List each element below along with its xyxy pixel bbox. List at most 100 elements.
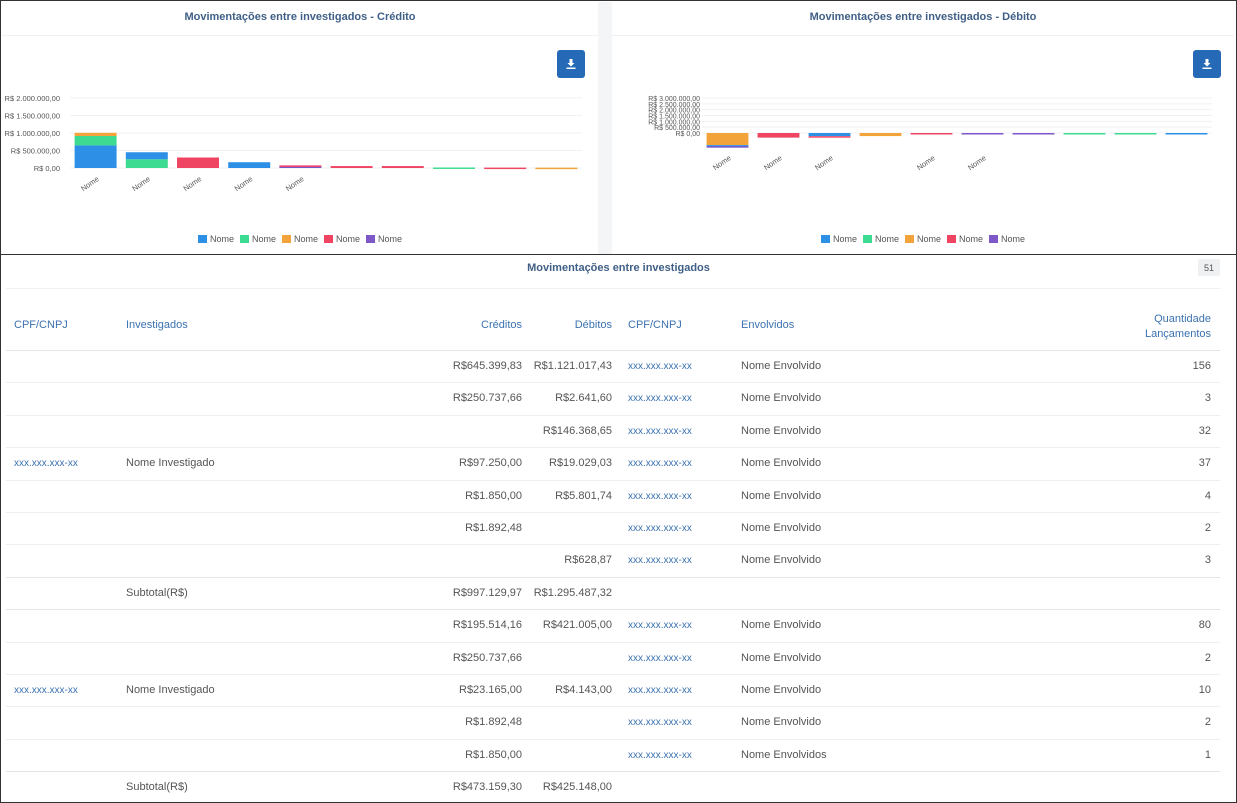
legend-item[interactable]: Nome bbox=[862, 234, 899, 244]
row-divider bbox=[6, 447, 1220, 449]
title-separator bbox=[6, 288, 1220, 289]
credit-x-tick-label: Nome bbox=[284, 174, 306, 193]
header-debitos[interactable]: Débitos bbox=[520, 319, 612, 331]
legend-label: Nome bbox=[378, 234, 403, 244]
row-divider bbox=[6, 609, 1220, 611]
credit-value: R$1.892,48 bbox=[465, 716, 522, 729]
panel-gap bbox=[598, 2, 612, 254]
header-investigados[interactable]: Investigados bbox=[126, 319, 188, 331]
credit-value: R$195.514,16 bbox=[452, 619, 522, 632]
header-cpf-envolvido[interactable]: CPF/CNPJ bbox=[628, 319, 682, 331]
lancamentos-count: 3 bbox=[1204, 554, 1211, 567]
credit-bar-segment bbox=[74, 135, 117, 146]
header-quantidade-line1: Quantidade bbox=[1154, 313, 1211, 325]
credit-bar-chart: R$ 2.000.000,00 R$ 1.500.000,00 R$ 1.000.0… bbox=[5, 94, 582, 193]
lancamentos-count: 80 bbox=[1198, 619, 1211, 632]
legend-swatch bbox=[366, 235, 376, 243]
legend-item[interactable]: Nome bbox=[197, 234, 234, 244]
envolvido-cpf-link[interactable]: xxx.xxx.xxx-xx bbox=[628, 491, 692, 502]
subtotal-label: Subtotal(R$) bbox=[126, 781, 188, 794]
credit-y-tick-label: R$ 500.000,00 bbox=[11, 147, 60, 156]
debit-value: R$628,87 bbox=[564, 554, 612, 567]
credit-value: R$1.892,48 bbox=[465, 522, 522, 534]
envolvido-name: Nome Envolvido bbox=[741, 684, 822, 696]
legend-swatch bbox=[989, 235, 999, 243]
envolvido-cpf-link[interactable]: xxx.xxx.xxx-xx bbox=[628, 620, 692, 631]
header-cpf[interactable]: CPF/CNPJ bbox=[14, 319, 68, 331]
credit-x-tick-label: Nome bbox=[233, 174, 255, 193]
credit-value: R$645.399,83 bbox=[452, 360, 522, 372]
header-envolvidos[interactable]: Envolvidos bbox=[741, 319, 794, 331]
envolvido-cpf-link[interactable]: xxx.xxx.xxx-xx bbox=[628, 361, 692, 372]
debit-bar-chart: R$ 3.000.000,00R$ 2.500.000,00R$ 2.000.0… bbox=[648, 96, 1212, 172]
investigado-cpf-link[interactable]: xxx.xxx.xxx-xx bbox=[14, 685, 78, 696]
envolvido-cpf-link[interactable]: xxx.xxx.xxx-xx bbox=[628, 555, 692, 566]
debit-value: R$4.143,00 bbox=[555, 684, 612, 696]
debit-chart-legend: Nome Nome Nome Nome Nome bbox=[612, 234, 1234, 244]
debit-x-tick-label: Nome bbox=[711, 153, 733, 172]
envolvido-cpf-link[interactable]: xxx.xxx.xxx-xx bbox=[628, 685, 692, 696]
lancamentos-count: 37 bbox=[1198, 457, 1211, 470]
subtotal-credit: R$997.129,97 bbox=[452, 586, 522, 599]
legend-label: Nome bbox=[1001, 234, 1026, 244]
legend-item[interactable]: Nome bbox=[324, 234, 360, 244]
credit-y-tick-label: R$ 1.000.000,00 bbox=[5, 129, 60, 138]
envolvido-name: Nome Envolvidos bbox=[741, 748, 827, 761]
envolvido-cpf-link[interactable]: xxx.xxx.xxx-xx bbox=[628, 750, 692, 761]
credit-x-tick-label: Nome bbox=[79, 174, 101, 193]
debit-value: R$1.121.017,43 bbox=[533, 360, 612, 372]
debit-bar-segment bbox=[706, 133, 749, 146]
debit-bar-segment bbox=[1063, 133, 1106, 135]
header-creditos[interactable]: Créditos bbox=[420, 319, 522, 331]
envolvido-cpf-link[interactable]: xxx.xxx.xxx-xx bbox=[628, 426, 692, 437]
subtotal-debit: R$1.295.487,32 bbox=[533, 586, 612, 599]
subtotal-label: Subtotal(R$) bbox=[126, 586, 188, 599]
envolvido-name: Nome Envolvido bbox=[741, 716, 822, 729]
legend-swatch bbox=[239, 235, 249, 243]
legend-item[interactable]: Nome bbox=[366, 234, 402, 244]
debit-bar-segment bbox=[757, 133, 800, 138]
envolvido-name: Nome Envolvido bbox=[741, 489, 822, 502]
legend-item[interactable]: Nome bbox=[904, 234, 941, 244]
debit-value: R$421.005,00 bbox=[542, 619, 612, 632]
credit-y-tick-label: R$ 1.500.000,00 bbox=[5, 112, 60, 121]
legend-item[interactable]: Nome bbox=[989, 234, 1025, 244]
credit-bar-segment bbox=[535, 167, 578, 170]
lancamentos-count: 1 bbox=[1204, 748, 1211, 761]
investigado-cpf-link[interactable]: xxx.xxx.xxx-xx bbox=[14, 458, 78, 469]
envolvido-cpf-link[interactable]: xxx.xxx.xxx-xx bbox=[628, 393, 692, 404]
legend-swatch bbox=[904, 235, 914, 243]
header-quantidade-line2: Lançamentos bbox=[1144, 328, 1211, 340]
row-divider bbox=[6, 350, 1220, 351]
row-divider bbox=[6, 479, 1220, 481]
credit-bar-segment bbox=[381, 166, 424, 168]
envolvido-name: Nome Envolvido bbox=[741, 619, 822, 632]
lancamentos-count: 10 bbox=[1198, 684, 1211, 696]
envolvido-cpf-link[interactable]: xxx.xxx.xxx-xx bbox=[628, 523, 692, 534]
envolvido-name: Nome Envolvido bbox=[741, 360, 822, 372]
legend-label: Nome bbox=[293, 234, 318, 244]
legend-item[interactable]: Nome bbox=[820, 234, 857, 244]
credit-bar-segment bbox=[177, 157, 219, 168]
credit-chart-panel: Movimentações entre investigados - Crédi… bbox=[2, 2, 598, 254]
debit-y-tick-label: R$ 0,00 bbox=[675, 131, 700, 138]
envolvido-cpf-link[interactable]: xxx.xxx.xxx-xx bbox=[628, 653, 692, 664]
row-divider bbox=[6, 512, 1220, 513]
legend-swatch bbox=[324, 235, 333, 243]
lancamentos-count: 4 bbox=[1204, 489, 1211, 502]
debit-bar-segment bbox=[1012, 133, 1055, 135]
legend-swatch bbox=[197, 235, 207, 243]
envolvido-cpf-link[interactable]: xxx.xxx.xxx-xx bbox=[628, 717, 692, 728]
credit-bar-segment bbox=[330, 166, 373, 168]
header-quantidade[interactable]: Quantidade Lançamentos bbox=[1100, 312, 1211, 342]
credit-value: R$1.850,00 bbox=[465, 748, 522, 761]
lancamentos-count: 156 bbox=[1192, 360, 1211, 372]
legend-swatch bbox=[281, 235, 291, 243]
legend-item[interactable]: Nome bbox=[281, 234, 318, 244]
debit-bar-segment bbox=[706, 146, 749, 148]
debit-x-tick-label: Nome bbox=[813, 153, 835, 172]
legend-item[interactable]: Nome bbox=[947, 234, 983, 244]
envolvido-cpf-link[interactable]: xxx.xxx.xxx-xx bbox=[628, 458, 692, 469]
credit-value: R$250.737,66 bbox=[452, 651, 522, 664]
legend-item[interactable]: Nome bbox=[239, 234, 276, 244]
